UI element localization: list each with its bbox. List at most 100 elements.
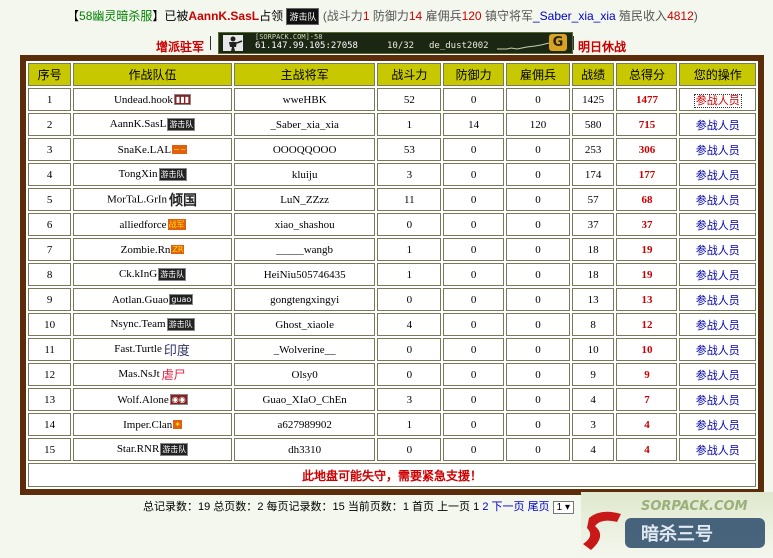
participants-link[interactable]: 参战人员 (679, 263, 756, 286)
mercs-value: 120 (506, 113, 570, 136)
team-label[interactable]: TongXin (119, 168, 158, 180)
team-label[interactable]: Star.RNR (117, 443, 159, 455)
team-name[interactable]: AannK.SasL 游击队 (73, 113, 232, 136)
map-name: de_dust2002 (429, 41, 489, 51)
participants-label[interactable]: 参战人员 (696, 245, 740, 257)
participants-label[interactable]: 参战人员 (696, 220, 740, 232)
reinforce-link[interactable]: 增派驻军 (156, 38, 204, 55)
participants-label[interactable]: 参战人员 (696, 145, 740, 157)
participants-label[interactable]: 参战人员 (696, 270, 740, 282)
team-label[interactable]: MorTaL.GrIn (107, 193, 167, 205)
participants-link[interactable]: 参战人员 (679, 313, 756, 336)
next-page-link[interactable]: 下一页 (492, 501, 525, 513)
team-name[interactable]: Imper.Clan ✦ (73, 413, 232, 436)
participants-label[interactable]: 参战人员 (696, 370, 740, 382)
total-score: 12 (616, 313, 678, 336)
team-name[interactable]: Star.RNR 游击队 (73, 438, 232, 461)
page-1-link[interactable]: 1 (473, 501, 479, 513)
total-pages-label: 总页数： (213, 501, 258, 513)
last-page-link[interactable]: 尾页 (528, 501, 550, 513)
team-name[interactable]: Aotlan.Guao guao (73, 288, 232, 311)
team-label[interactable]: Fast.Turtle (114, 343, 162, 355)
team-name[interactable]: Fast.Turtle 印度 (73, 338, 232, 361)
participants-link[interactable]: 参战人员 (679, 113, 756, 136)
bracket-open: 【 (67, 9, 80, 23)
table-row: 11 Fast.Turtle 印度 _Wolverine__ 0 0 0 10 10 参战人员 (28, 338, 756, 361)
participants-label[interactable]: 参战人员 (696, 120, 740, 132)
team-name[interactable]: Undead.hook ▮▮▮ (73, 88, 232, 111)
team-label[interactable]: Zombie.Rn (121, 244, 171, 256)
team-label[interactable]: Aotlan.Guao (112, 294, 169, 306)
team-name[interactable]: Nsync.Team 游击队 (73, 313, 232, 336)
participants-link[interactable]: 参战人员 (679, 288, 756, 311)
row-number: 3 (28, 138, 72, 161)
team-name[interactable]: alliedforce 战军 (73, 213, 232, 236)
occupied-prefix: 已被 (164, 9, 189, 23)
combat-power: 4 (377, 313, 442, 336)
participants-link[interactable]: 参战人员 (679, 163, 756, 186)
participants-label[interactable]: 参战人员 (693, 93, 742, 108)
team-label[interactable]: alliedforce (120, 219, 167, 231)
row-number: 1 (28, 88, 72, 111)
total-score: 10 (616, 338, 678, 361)
participants-link[interactable]: 参战人员 (679, 188, 756, 211)
mercs-value: 120 (461, 9, 482, 23)
general-name: wweHBK (233, 88, 376, 111)
participants-link[interactable]: 参战人员 (679, 238, 756, 261)
first-page-link[interactable]: 首页 (412, 501, 434, 513)
logo-text: SORPACK.COM (641, 499, 748, 514)
row-number: 8 (28, 263, 72, 286)
record-value: 8 (571, 313, 615, 336)
team-name[interactable]: Wolf.Alone ◉◉ (73, 388, 232, 411)
participants-label[interactable]: 参战人员 (696, 295, 740, 307)
mercs-value: 0 (506, 338, 570, 361)
page-select[interactable]: 1 ▾ (552, 501, 574, 514)
team-name[interactable]: Ck.kInG 游击队 (73, 263, 232, 286)
participants-link[interactable]: 参战人员 (679, 413, 756, 436)
participants-label[interactable]: 参战人员 (696, 445, 740, 457)
participants-link[interactable]: 参战人员 (679, 363, 756, 386)
team-label[interactable]: Undead.hook (114, 94, 173, 106)
participants-link[interactable]: 参战人员 (679, 138, 756, 161)
participants-link[interactable]: 参战人员 (679, 338, 756, 361)
participants-label[interactable]: 参战人员 (696, 395, 740, 407)
occupier-team[interactable]: AannK.SasL (188, 9, 259, 23)
team-logo-icon: 倾国 (169, 192, 198, 209)
general-link[interactable]: _Saber_xia_xia (533, 9, 616, 23)
row-number: 4 (28, 163, 72, 186)
total-records-label: 总记录数： (143, 501, 198, 513)
page-2-link[interactable]: 2 (482, 501, 488, 513)
team-name[interactable]: Zombie.Rn ZR (73, 238, 232, 261)
participants-link[interactable]: 参战人员 (679, 88, 756, 111)
defense-value: 0 (443, 88, 505, 111)
participants-link[interactable]: 参战人员 (679, 213, 756, 236)
team-name[interactable]: TongXin 游击队 (73, 163, 232, 186)
participants-link[interactable]: 参战人员 (679, 438, 756, 461)
team-logo-icon: 游击队 (158, 268, 187, 281)
participants-label[interactable]: 参战人员 (696, 420, 740, 432)
team-label[interactable]: AannK.SasL (110, 118, 167, 130)
defense-value: 0 (443, 338, 505, 361)
team-label[interactable]: Mas.NsJt (118, 368, 159, 380)
participants-link[interactable]: 参战人员 (679, 388, 756, 411)
team-name[interactable]: SnaKe.LAL ~~ (73, 138, 232, 161)
combat-power: 11 (377, 188, 442, 211)
team-label[interactable]: Nsync.Team (110, 318, 165, 330)
prev-page-link[interactable]: 上一页 (437, 501, 470, 513)
server-name[interactable]: 58幽灵暗杀服 (79, 9, 152, 23)
team-label[interactable]: Imper.Clan (123, 419, 172, 431)
participants-label[interactable]: 参战人员 (696, 320, 740, 332)
server-banner[interactable]: [SORPACK.COM]-58 61.147.99.105:27058 10/… (218, 32, 573, 54)
participants-label[interactable]: 参战人员 (696, 170, 740, 182)
team-label[interactable]: Wolf.Alone (117, 394, 168, 406)
team-name[interactable]: Mas.NsJt 虐尸 (73, 363, 232, 386)
team-logo-icon: 虐尸 (161, 368, 186, 382)
team-label[interactable]: Ck.kInG (119, 268, 157, 280)
team-label[interactable]: SnaKe.LAL (118, 144, 171, 156)
defense-label: 防御力 (372, 9, 409, 23)
g-icon[interactable]: G (549, 34, 567, 51)
participants-label[interactable]: 参战人员 (696, 345, 740, 357)
table-row: 15 Star.RNR 游击队 dh3310 0 0 0 4 4 参战人员 (28, 438, 756, 461)
participants-label[interactable]: 参战人员 (696, 195, 740, 207)
team-name[interactable]: MorTaL.GrIn 倾国 (73, 188, 232, 211)
